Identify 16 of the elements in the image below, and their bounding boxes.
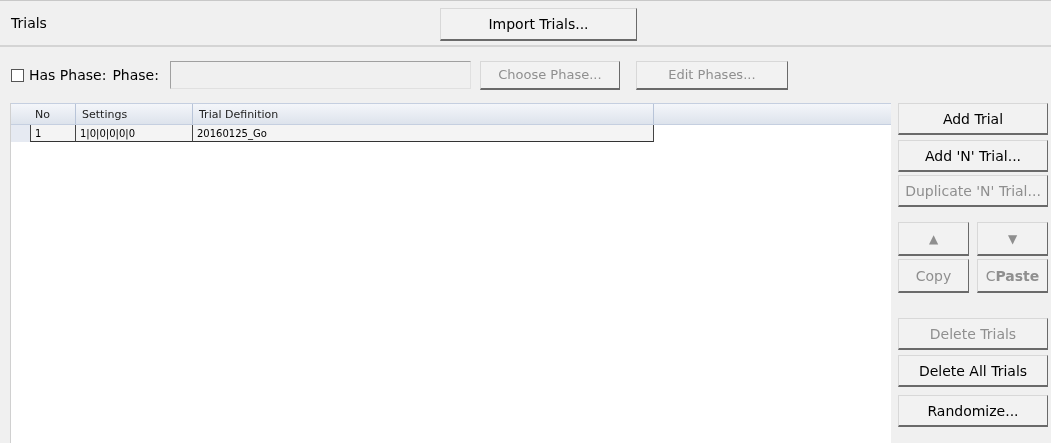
has-phase-label: Has Phase:: [29, 67, 107, 83]
side-button[interactable]: Randomize...: [898, 395, 1048, 427]
panel-title: Trials: [11, 15, 47, 31]
column-header[interactable]: Trial Definition: [193, 104, 654, 124]
column-header[interactable]: No: [11, 104, 76, 124]
side-button[interactable]: Add 'N' Trial...: [898, 140, 1048, 172]
side-button[interactable]: Add Trial: [898, 103, 1048, 135]
table-cell: 20160125_Go: [193, 125, 654, 142]
import-trials-button[interactable]: Import Trials...: [440, 8, 637, 41]
has-phase-checkbox[interactable]: [11, 68, 24, 82]
phase-field[interactable]: [169, 61, 471, 89]
side-button[interactable]: Delete All Trials: [898, 355, 1048, 387]
table-cell: 1|0|0|0|0|0: [76, 125, 193, 142]
column-header[interactable]: Settings: [76, 104, 193, 124]
table-cell: 1: [30, 125, 76, 142]
phase-label: Phase:: [112, 67, 159, 83]
